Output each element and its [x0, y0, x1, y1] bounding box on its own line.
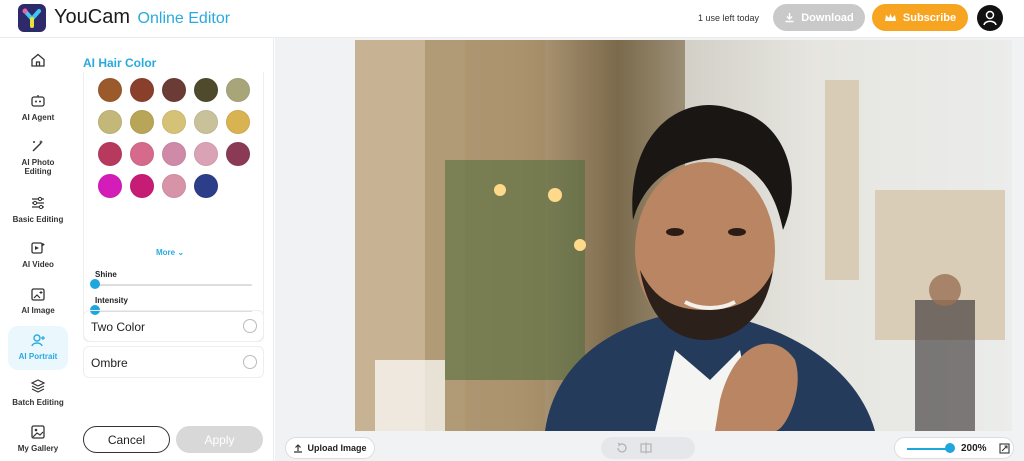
more-colors-button[interactable]: More ⌄: [156, 248, 184, 257]
canvas-area: Upload Image 200%: [275, 38, 1024, 461]
hair-color-swatch[interactable]: [194, 110, 218, 134]
nav-ai-agent[interactable]: AI Agent: [8, 93, 68, 122]
chevron-down-icon: [243, 355, 257, 369]
zoom-slider[interactable]: [907, 448, 949, 450]
hair-color-swatch[interactable]: [226, 78, 250, 102]
hair-color-swatch[interactable]: [162, 142, 186, 166]
upload-label: Upload Image: [307, 443, 367, 453]
chevron-down-icon: ⌄: [177, 248, 185, 257]
subscribe-button[interactable]: Subscribe: [872, 4, 968, 31]
two-color-accordion[interactable]: Two Color: [83, 310, 264, 342]
user-icon: [983, 10, 997, 26]
youcam-logo[interactable]: [18, 4, 46, 32]
hair-color-swatch[interactable]: [226, 142, 250, 166]
nav-label: AI Agent: [21, 113, 55, 122]
hair-color-swatch[interactable]: [194, 174, 218, 198]
more-label: More: [156, 248, 176, 257]
hair-color-swatch[interactable]: [130, 174, 154, 198]
hair-color-swatch[interactable]: [130, 142, 154, 166]
nav-ai-image[interactable]: AI Image: [8, 286, 68, 315]
chevron-down-icon: [243, 319, 257, 333]
nav-basic-editing[interactable]: Basic Editing: [8, 195, 68, 224]
nav-ai-video[interactable]: AI Video: [8, 240, 68, 269]
hair-color-panel: AI Hair Color More ⌄ Shine Intensity Two…: [76, 38, 274, 461]
compare-icon[interactable]: [639, 441, 653, 455]
nav-ai-portrait[interactable]: AI Portrait: [8, 326, 68, 370]
zoom-value: 200%: [961, 443, 987, 454]
sliders-icon: [32, 196, 44, 210]
nav-home[interactable]: [8, 52, 68, 72]
nav-batch-editing[interactable]: Batch Editing: [8, 378, 68, 407]
layers-icon: [30, 379, 46, 393]
download-label: Download: [801, 11, 854, 24]
upload-icon: [294, 444, 303, 453]
hair-color-swatch[interactable]: [130, 110, 154, 134]
subscribe-label: Subscribe: [902, 11, 957, 24]
fit-screen-icon[interactable]: [999, 443, 1010, 454]
hair-color-swatch[interactable]: [194, 142, 218, 166]
gallery-icon: [31, 425, 45, 439]
nav-label: AI Video: [22, 260, 54, 269]
view-controls: [601, 437, 695, 459]
hair-color-swatch[interactable]: [98, 110, 122, 134]
nav-my-gallery[interactable]: My Gallery: [8, 424, 68, 453]
shine-slider-handle[interactable]: [90, 279, 100, 289]
home-icon: [31, 53, 45, 67]
nav-label: AI Photo Editing: [21, 158, 55, 176]
brand-name: YouCam: [54, 6, 130, 28]
hair-color-swatch[interactable]: [226, 110, 250, 134]
robot-icon: [31, 95, 45, 107]
usage-remaining: 1 use left today: [698, 13, 760, 23]
reset-icon[interactable]: [615, 441, 629, 455]
ombre-accordion[interactable]: Ombre: [83, 346, 264, 378]
apply-button[interactable]: Apply: [176, 426, 263, 453]
ombre-label: Ombre: [91, 356, 128, 370]
hair-color-swatch[interactable]: [162, 78, 186, 102]
crown-icon: [884, 13, 896, 21]
app-title: YouCam Online Editor: [54, 6, 230, 29]
upload-image-button[interactable]: Upload Image: [285, 437, 375, 459]
shine-slider[interactable]: [94, 284, 252, 286]
video-icon: [31, 242, 45, 254]
portrait-icon: [31, 334, 45, 347]
shine-label: Shine: [95, 270, 117, 279]
two-color-label: Two Color: [91, 320, 146, 334]
portrait-photo: [355, 40, 1012, 431]
user-avatar[interactable]: [977, 5, 1003, 31]
brand-subtitle: Online Editor: [137, 10, 231, 27]
intensity-label: Intensity: [95, 296, 128, 305]
panel-title: AI Hair Color: [83, 56, 157, 70]
hair-color-swatch[interactable]: [130, 78, 154, 102]
nav-label: Basic Editing: [12, 215, 64, 224]
hair-color-swatch[interactable]: [162, 174, 186, 198]
zoom-control: 200%: [894, 437, 1014, 459]
hair-color-swatch[interactable]: [98, 142, 122, 166]
nav-ai-photo-editing[interactable]: AI Photo Editing: [8, 138, 68, 176]
download-icon: [785, 13, 794, 23]
cancel-button[interactable]: Cancel: [83, 426, 170, 453]
hair-color-swatch[interactable]: [98, 174, 122, 198]
nav-label: Batch Editing: [12, 398, 64, 407]
wand-icon: [32, 140, 44, 152]
nav-label: AI Portrait: [18, 352, 58, 361]
hair-color-swatch[interactable]: [194, 78, 218, 102]
image-plus-icon: [31, 288, 45, 301]
download-button[interactable]: Download: [773, 4, 865, 31]
hair-color-swatch[interactable]: [162, 110, 186, 134]
zoom-slider-handle[interactable]: [945, 443, 955, 453]
left-navigation: AI Agent AI Photo Editing Basic Editing …: [0, 38, 75, 461]
nav-label: AI Image: [21, 306, 55, 315]
top-bar: YouCam Online Editor 1 use left today Do…: [0, 0, 1024, 38]
nav-label: My Gallery: [17, 444, 59, 453]
hair-color-swatch[interactable]: [98, 78, 122, 102]
hair-color-card: More ⌄ Shine Intensity: [83, 72, 264, 342]
